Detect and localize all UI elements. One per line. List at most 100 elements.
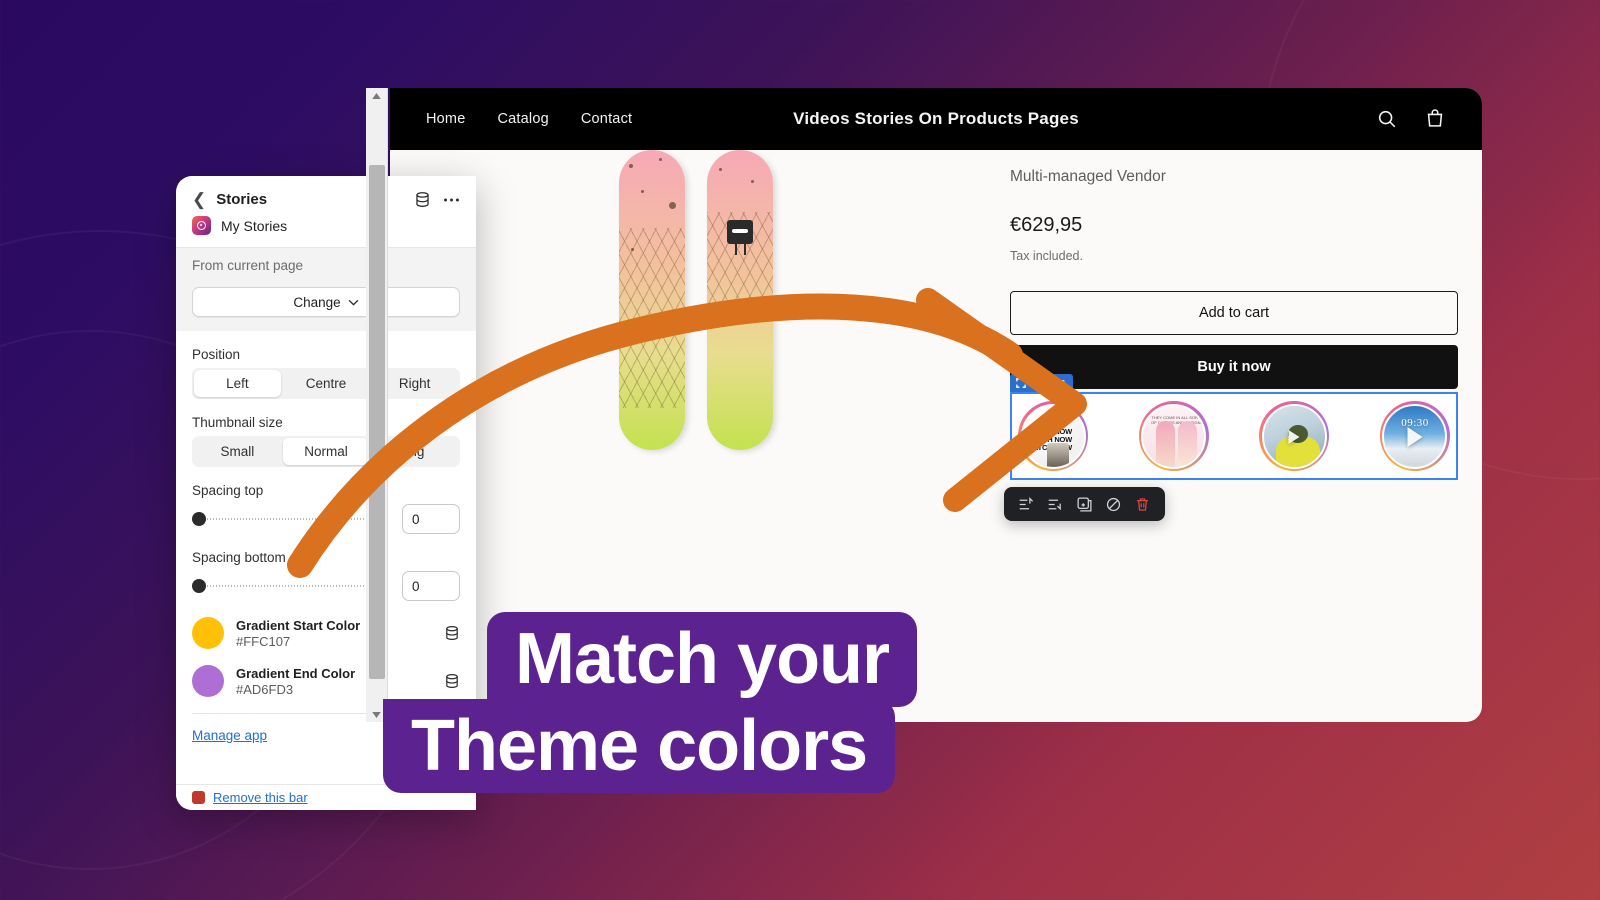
database-icon[interactable] bbox=[444, 673, 460, 689]
change-button[interactable]: Change bbox=[192, 287, 460, 317]
chevron-down-icon bbox=[348, 299, 359, 306]
move-up-icon[interactable] bbox=[1018, 496, 1035, 513]
position-field: Position Left Centre Right bbox=[192, 347, 460, 399]
thumbnail-size-field: Thumbnail size Small Normal Big bbox=[192, 415, 460, 467]
story-thumbnail[interactable]: WATCH NOW WATCH NOW WATCH NOW bbox=[1018, 401, 1088, 471]
spacing-bottom-input[interactable] bbox=[402, 571, 460, 601]
chevron-left-icon[interactable]: ❮ bbox=[192, 191, 206, 208]
story-thumbnail[interactable]: 09:30 bbox=[1379, 401, 1450, 471]
color-swatch[interactable] bbox=[192, 665, 224, 697]
panel-title: Stories bbox=[216, 191, 268, 208]
hide-icon[interactable] bbox=[1105, 496, 1122, 513]
spacing-bottom-label: Spacing bottom bbox=[192, 550, 286, 565]
stories-block[interactable]: Stories WATCH NOW WATCH NOW WATCH NOW TH… bbox=[1010, 374, 1458, 480]
snowboard-right bbox=[707, 150, 773, 450]
play-icon bbox=[1288, 430, 1300, 445]
product-image[interactable] bbox=[619, 150, 773, 722]
story-art bbox=[1178, 420, 1198, 467]
stories-block-badge[interactable]: Stories bbox=[1010, 374, 1074, 392]
search-icon[interactable] bbox=[1376, 108, 1398, 130]
ellipsis-icon[interactable] bbox=[443, 197, 460, 203]
move-down-icon[interactable] bbox=[1047, 496, 1064, 513]
board-grid-art bbox=[619, 228, 685, 408]
spacing-top-field: Spacing top bbox=[192, 483, 460, 534]
slider-track bbox=[192, 585, 388, 587]
spacing-top-input[interactable] bbox=[402, 504, 460, 534]
spacing-bottom-slider[interactable] bbox=[192, 579, 388, 593]
gradient-start-color-row[interactable]: Gradient Start Color #FFC107 bbox=[192, 617, 460, 649]
database-icon[interactable] bbox=[444, 625, 460, 641]
thumbnail-size-label: Thumbnail size bbox=[192, 415, 283, 430]
product-gallery bbox=[390, 150, 1002, 722]
stories-strip: WATCH NOW WATCH NOW WATCH NOW THEY COME … bbox=[1010, 392, 1458, 480]
nav-link-contact[interactable]: Contact bbox=[581, 111, 632, 127]
position-label: Position bbox=[192, 347, 241, 362]
story-art bbox=[1156, 420, 1176, 467]
thumbnail-size-option-normal[interactable]: Normal bbox=[282, 438, 370, 465]
nav-link-home[interactable]: Home bbox=[426, 111, 465, 127]
product-price: €629,95 bbox=[1010, 214, 1083, 236]
app-name: My Stories bbox=[221, 217, 288, 234]
panel-body: From current page Change Position Left C… bbox=[176, 248, 476, 810]
change-section: Change bbox=[176, 287, 476, 331]
store-header: Home Catalog Contact Videos Stories On P… bbox=[390, 88, 1482, 150]
scrollbar-track[interactable] bbox=[366, 103, 387, 707]
stories-badge-label: Stories bbox=[1031, 377, 1066, 389]
tax-note: Tax included. bbox=[1010, 249, 1083, 263]
play-icon bbox=[1407, 427, 1423, 448]
color-name: Gradient End Color bbox=[236, 665, 356, 681]
remove-bar-icon bbox=[192, 791, 205, 804]
store-preview: Home Catalog Contact Videos Stories On P… bbox=[390, 88, 1482, 722]
product-info: Multi-managed Vendor €629,95 Tax include… bbox=[1002, 150, 1482, 722]
thumbnail-size-option-small[interactable]: Small bbox=[194, 438, 281, 465]
color-name: Gradient Start Color bbox=[236, 617, 361, 633]
panel-footer-peek-label: Remove this bar bbox=[213, 790, 308, 805]
scrollbar-thumb[interactable] bbox=[369, 165, 385, 679]
slider-track bbox=[192, 518, 388, 520]
block-toolbar bbox=[1004, 487, 1165, 521]
product-area: Multi-managed Vendor €629,95 Tax include… bbox=[390, 150, 1482, 722]
store-actions bbox=[1376, 108, 1446, 130]
manage-app-link[interactable]: Manage app bbox=[192, 728, 267, 743]
database-icon[interactable] bbox=[414, 191, 431, 208]
spacing-top-label: Spacing top bbox=[192, 483, 264, 498]
store-nav: Home Catalog Contact bbox=[426, 111, 632, 127]
app-logo-icon bbox=[192, 216, 211, 235]
add-to-cart-button[interactable]: Add to cart bbox=[1010, 291, 1458, 335]
story-thumbnail[interactable] bbox=[1259, 401, 1330, 471]
nav-link-catalog[interactable]: Catalog bbox=[497, 111, 548, 127]
story-art bbox=[1046, 442, 1069, 467]
source-label: From current page bbox=[192, 258, 304, 273]
thumbnail-size-segmented-control: Small Normal Big bbox=[192, 436, 460, 467]
select-block-icon bbox=[1016, 378, 1026, 388]
color-hex: #FFC107 bbox=[236, 633, 291, 649]
color-hex: #AD6FD3 bbox=[236, 681, 294, 697]
story-thumbnail[interactable]: THEY COME IN ALL SORTS OF COLORS AND DES… bbox=[1138, 401, 1209, 471]
duplicate-icon[interactable] bbox=[1076, 496, 1093, 513]
robot-graphic bbox=[727, 220, 753, 255]
change-button-label: Change bbox=[293, 294, 341, 310]
sidebar-scrollbar[interactable] bbox=[366, 88, 388, 722]
spacing-top-slider[interactable] bbox=[192, 512, 388, 526]
scroll-up-arrow-icon[interactable] bbox=[366, 88, 387, 103]
editor-sidebar: ❮ Stories My Stories From current page C… bbox=[176, 176, 476, 810]
delete-icon[interactable] bbox=[1134, 496, 1151, 513]
position-option-left[interactable]: Left bbox=[194, 370, 281, 397]
scroll-down-arrow-icon[interactable] bbox=[366, 707, 387, 722]
product-vendor: Multi-managed Vendor bbox=[1010, 168, 1166, 185]
theme-editor-window: Home Catalog Contact Videos Stories On P… bbox=[88, 88, 1482, 810]
gradient-end-color-row[interactable]: Gradient End Color #AD6FD3 bbox=[192, 665, 460, 697]
app-row[interactable]: My Stories bbox=[176, 214, 476, 248]
spacing-bottom-field: Spacing bottom bbox=[192, 550, 460, 601]
color-swatch[interactable] bbox=[192, 617, 224, 649]
cart-icon[interactable] bbox=[1424, 108, 1446, 130]
panel-footer-peek[interactable]: Remove this bar bbox=[176, 784, 476, 810]
position-option-centre[interactable]: Centre bbox=[283, 370, 370, 397]
panel-header: ❮ Stories bbox=[176, 176, 476, 214]
slider-knob[interactable] bbox=[192, 512, 206, 526]
position-segmented-control: Left Centre Right bbox=[192, 368, 460, 399]
story-caption: THEY COME IN ALL SORTS OF COLORS AND DES… bbox=[1151, 414, 1204, 425]
buy-it-now-button[interactable]: Buy it now bbox=[1010, 345, 1458, 389]
snowboard-left bbox=[619, 150, 685, 450]
slider-knob[interactable] bbox=[192, 579, 206, 593]
